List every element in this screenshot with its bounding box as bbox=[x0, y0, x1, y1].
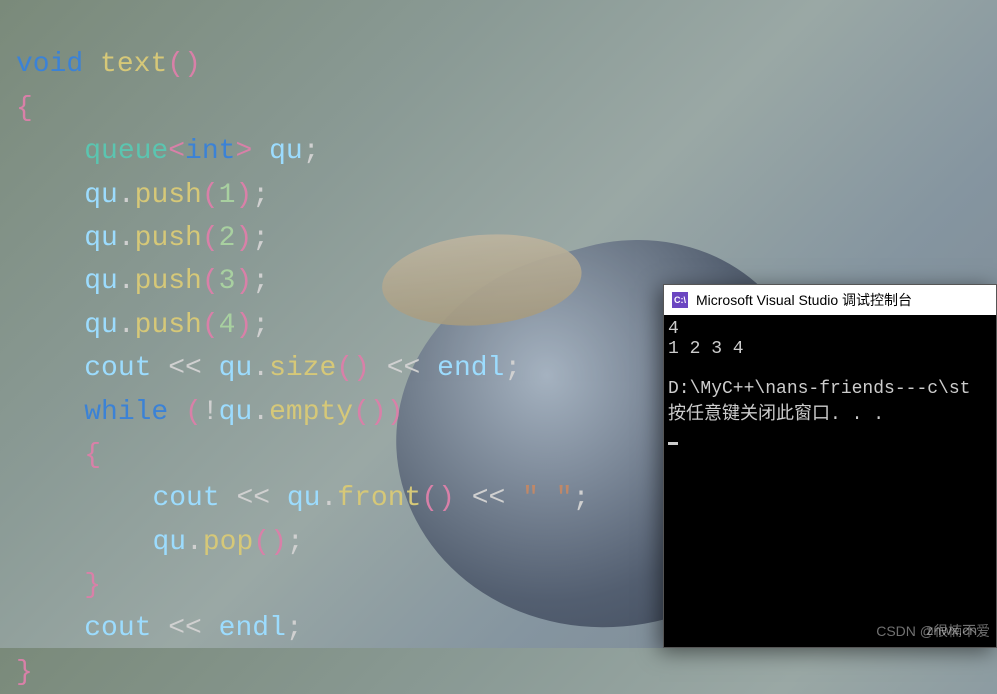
identifier-qu: qu bbox=[84, 223, 118, 254]
identifier-endl: endl bbox=[219, 613, 286, 644]
paren-open: ( bbox=[202, 180, 219, 211]
dot: . bbox=[118, 266, 135, 297]
console-line: D:\MyC++\nans-friends---c\st bbox=[668, 379, 970, 399]
method-pop: pop bbox=[203, 527, 253, 558]
method-push: push bbox=[135, 180, 202, 211]
identifier-qu: qu bbox=[84, 266, 118, 297]
console-title: Microsoft Visual Studio 调试控制台 bbox=[696, 290, 912, 310]
dot: . bbox=[118, 223, 135, 254]
method-size: size bbox=[269, 353, 336, 384]
dot: . bbox=[320, 483, 337, 514]
type-queue: queue bbox=[84, 136, 168, 167]
identifier-qu: qu bbox=[287, 483, 321, 514]
paren-open: ( bbox=[336, 353, 353, 384]
identifier-endl: endl bbox=[437, 353, 504, 384]
method-push: push bbox=[135, 310, 202, 341]
dot: . bbox=[118, 310, 135, 341]
semicolon: ; bbox=[287, 527, 304, 558]
method-push: push bbox=[135, 223, 202, 254]
number-literal: 1 bbox=[219, 180, 236, 211]
paren-close: ) bbox=[438, 483, 455, 514]
paren-close: ) bbox=[184, 49, 201, 80]
identifier-qu: qu bbox=[84, 310, 118, 341]
console-line: 1 2 3 4 bbox=[668, 339, 744, 359]
function-name: text bbox=[100, 49, 167, 80]
semicolon: ; bbox=[303, 136, 320, 167]
brace-close: } bbox=[16, 657, 33, 688]
semicolon: ; bbox=[252, 310, 269, 341]
keyword-void: void bbox=[16, 49, 83, 80]
paren-open: ( bbox=[185, 397, 202, 428]
paren-close: ) bbox=[370, 397, 387, 428]
method-empty: empty bbox=[269, 397, 353, 428]
identifier-qu: qu bbox=[84, 180, 118, 211]
identifier-qu: qu bbox=[269, 136, 303, 167]
method-push: push bbox=[135, 266, 202, 297]
paren-close: ) bbox=[235, 223, 252, 254]
brace-open: { bbox=[16, 93, 33, 124]
identifier-qu: qu bbox=[219, 397, 253, 428]
identifier-qu: qu bbox=[219, 353, 253, 384]
stream-op: << bbox=[151, 353, 218, 384]
console-output[interactable]: 4 1 2 3 4 D:\MyC++\nans-friends---c\st 按… bbox=[664, 315, 996, 647]
string-literal: " " bbox=[522, 483, 572, 514]
dot: . bbox=[118, 180, 135, 211]
semicolon: ; bbox=[252, 223, 269, 254]
semicolon: ; bbox=[252, 266, 269, 297]
paren-close: ) bbox=[387, 397, 404, 428]
keyword-while: while bbox=[84, 397, 168, 428]
number-literal: 3 bbox=[219, 266, 236, 297]
identifier-cout: cout bbox=[84, 613, 151, 644]
paren-open: ( bbox=[202, 266, 219, 297]
method-front: front bbox=[337, 483, 421, 514]
stream-op: << bbox=[455, 483, 522, 514]
identifier-cout: cout bbox=[152, 483, 219, 514]
dot: . bbox=[186, 527, 203, 558]
paren-open: ( bbox=[202, 310, 219, 341]
brace-close: } bbox=[84, 570, 101, 601]
dot: . bbox=[252, 397, 269, 428]
stream-op: << bbox=[220, 483, 287, 514]
identifier-qu: qu bbox=[152, 527, 186, 558]
paren-open: ( bbox=[353, 397, 370, 428]
brace-open: { bbox=[84, 440, 101, 471]
semicolon: ; bbox=[252, 180, 269, 211]
identifier-cout: cout bbox=[84, 353, 151, 384]
console-titlebar[interactable]: C:\ Microsoft Visual Studio 调试控制台 bbox=[664, 285, 996, 315]
console-line: 按任意键关闭此窗口. . . bbox=[668, 405, 884, 425]
paren-close: ) bbox=[235, 310, 252, 341]
paren-close: ) bbox=[353, 353, 370, 384]
angle-open: < bbox=[168, 136, 185, 167]
console-line: 4 bbox=[668, 319, 679, 339]
angle-close: > bbox=[235, 136, 252, 167]
watermark-znwx: znwx.cn bbox=[926, 622, 977, 638]
console-app-icon: C:\ bbox=[672, 292, 688, 308]
paren-close: ) bbox=[270, 527, 287, 558]
console-cursor bbox=[668, 442, 678, 445]
paren-close: ) bbox=[235, 266, 252, 297]
paren-open: ( bbox=[421, 483, 438, 514]
number-literal: 4 bbox=[219, 310, 236, 341]
number-literal: 2 bbox=[219, 223, 236, 254]
paren-close: ) bbox=[235, 180, 252, 211]
paren-open: ( bbox=[167, 49, 184, 80]
stream-op: << bbox=[370, 353, 437, 384]
dot: . bbox=[252, 353, 269, 384]
semicolon: ; bbox=[504, 353, 521, 384]
semicolon: ; bbox=[573, 483, 590, 514]
semicolon: ; bbox=[286, 613, 303, 644]
debug-console-window[interactable]: C:\ Microsoft Visual Studio 调试控制台 4 1 2 … bbox=[663, 284, 997, 648]
not-op: ! bbox=[202, 397, 219, 428]
paren-open: ( bbox=[253, 527, 270, 558]
stream-op: << bbox=[151, 613, 218, 644]
keyword-int: int bbox=[185, 136, 235, 167]
paren-open: ( bbox=[202, 223, 219, 254]
